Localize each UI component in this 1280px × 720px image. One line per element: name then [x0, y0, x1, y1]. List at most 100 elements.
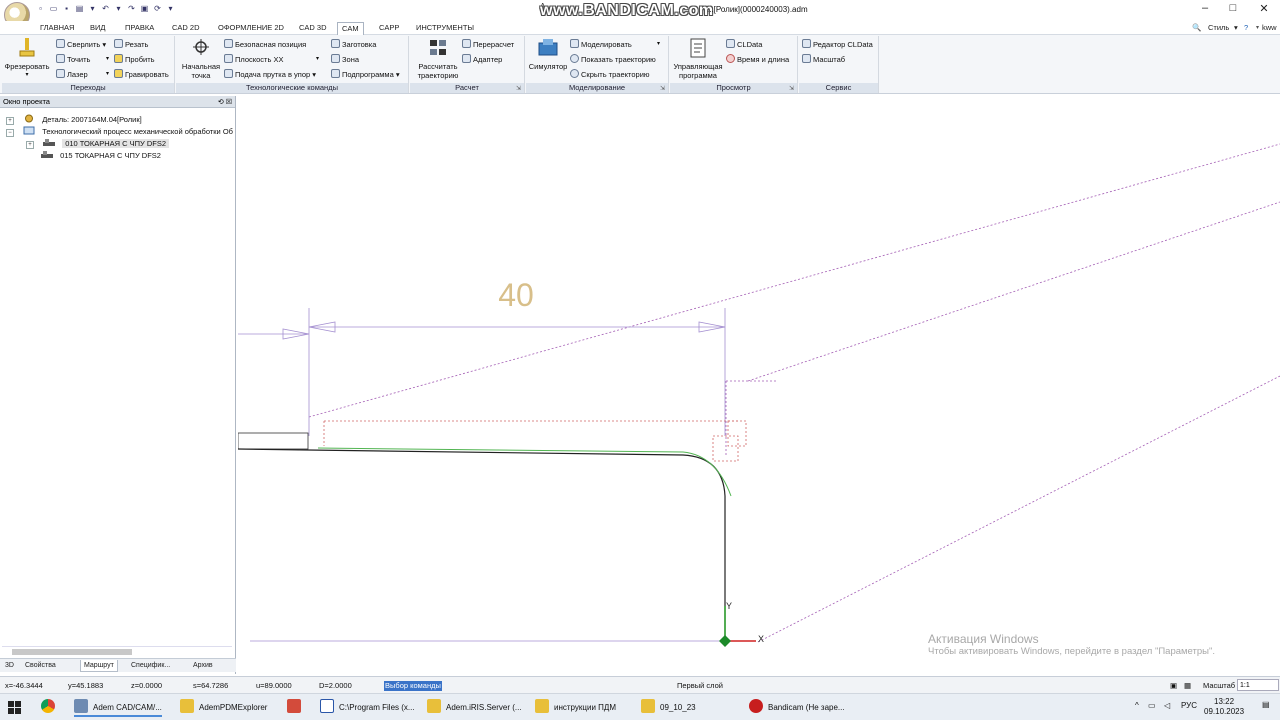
dropdown-icon[interactable]: ▾ — [88, 4, 97, 14]
cldata-editor-button[interactable]: Редактор CLData — [802, 39, 873, 50]
tree-item-op-015[interactable]: 015 ТОКАРНАЯ С ЧПУ DFS2 — [40, 150, 161, 161]
taskbar-item-program-files[interactable]: C:\Program Files (x... — [320, 699, 415, 717]
model-button[interactable]: Моделировать — [570, 39, 632, 50]
taskbar-item-pdm-explorer[interactable]: AdemPDMExplorer — [180, 699, 267, 717]
dialog-launcher-icon[interactable]: ⇲ — [516, 85, 521, 92]
new-file-icon[interactable]: ▫ — [36, 4, 45, 14]
expander-icon[interactable]: − — [6, 129, 14, 137]
expander-icon[interactable]: + — [26, 141, 34, 149]
chevron-down-icon[interactable]: ▾ — [106, 69, 109, 79]
pin-icon[interactable]: ⟲ — [218, 99, 224, 106]
start-point-button[interactable]: Начальная точка — [178, 38, 224, 80]
open-file-icon[interactable]: ▭ — [49, 4, 58, 14]
cut-button[interactable]: Резать — [114, 39, 148, 50]
laser-button[interactable]: Лазер — [56, 69, 88, 80]
scale-button[interactable]: Масштаб — [802, 54, 845, 65]
engrave-button[interactable]: Гравировать — [114, 69, 169, 80]
tab-specification[interactable]: Специфик... — [128, 660, 173, 672]
turn-button[interactable]: Точить — [56, 54, 90, 65]
scale-select[interactable]: 1:1 — [1237, 679, 1279, 691]
tab-route[interactable]: Маршрут — [80, 660, 118, 672]
activation-title: Активация Windows — [928, 632, 1039, 646]
punch-button[interactable]: Пробить — [114, 54, 155, 65]
tab-cam[interactable]: CAM — [337, 22, 364, 35]
tab-cad2d[interactable]: CAD 2D — [168, 22, 204, 35]
taskbar-item-folder-date[interactable]: 09_10_23 — [641, 699, 696, 717]
horizontal-scrollbar[interactable] — [2, 646, 232, 656]
tree-item-op-010[interactable]: + 010 ТОКАРНАЯ С ЧПУ DFS2 — [26, 138, 170, 149]
hide-path-button[interactable]: Скрыть траекторию — [570, 69, 650, 80]
refresh-icon[interactable]: ⟳ — [153, 4, 162, 14]
time-length-button[interactable]: Время и длина — [726, 54, 789, 65]
tab-drafting2d[interactable]: ОФОРМЛЕНИЕ 2D — [214, 22, 288, 35]
adapter-button[interactable]: Адаптер — [462, 54, 502, 65]
compute-path-button[interactable]: Рассчитать траекторию — [412, 38, 464, 80]
chevron-down-icon[interactable]: ▾ — [657, 39, 660, 49]
chrome-icon[interactable] — [41, 699, 60, 717]
volume-icon[interactable]: ◁ — [1164, 701, 1170, 710]
safe-position-button[interactable]: Безопасная позиция — [224, 39, 306, 50]
blank-button[interactable]: Заготовка — [331, 39, 376, 50]
scrollbar-thumb[interactable] — [12, 649, 132, 655]
mill-button[interactable]: Фрезеровать ▾ — [4, 38, 50, 80]
hide-path-icon — [570, 69, 579, 78]
redo-icon[interactable]: ↷ — [127, 4, 136, 14]
tab-archive[interactable]: Архив — [190, 660, 216, 672]
tab-cad3d[interactable]: CAD 3D — [295, 22, 331, 35]
chevron-down-icon[interactable]: ▾ — [106, 54, 109, 64]
network-icon[interactable]: ▭ — [1148, 701, 1156, 710]
cldata-button[interactable]: CLData — [726, 39, 762, 50]
tab-3d[interactable]: 3D — [2, 660, 17, 672]
minimize-button[interactable]: – — [1195, 2, 1215, 14]
expander-icon[interactable]: + — [6, 117, 14, 125]
grid-icon[interactable]: ▦ — [1184, 681, 1191, 691]
tab-properties[interactable]: Свойства — [22, 660, 59, 672]
dialog-launcher-icon[interactable]: ⇲ — [789, 85, 794, 92]
tree-item-detail[interactable]: + Деталь: 2007164М.04[Ролик] — [6, 114, 142, 125]
show-path-button[interactable]: Показать траекторию — [570, 54, 656, 65]
taskbar-item-pdf[interactable] — [287, 699, 306, 717]
tab-capp[interactable]: CAPP — [375, 22, 403, 35]
chevron-down-icon[interactable]: ▾ — [1256, 22, 1259, 34]
style-menu[interactable]: Стиль — [1208, 22, 1229, 34]
taskbar-item-instructions[interactable]: инструкции ПДМ — [535, 699, 616, 717]
taskbar-item-iris-server[interactable]: Adem.iRIS.Server (... — [427, 699, 522, 717]
tree-item-process[interactable]: − Технологический процесс механической о… — [6, 126, 233, 137]
drawing-canvas[interactable]: 40 X Y — [238, 96, 1280, 674]
language-indicator[interactable]: РУС — [1181, 701, 1197, 710]
zone-button[interactable]: Зона — [331, 54, 359, 65]
dialog-launcher-icon[interactable]: ⇲ — [660, 85, 665, 92]
help-icon[interactable]: ? — [1244, 22, 1248, 34]
close-icon[interactable]: ☒ — [226, 99, 232, 106]
print-icon[interactable]: ▤ — [75, 4, 84, 14]
tab-home[interactable]: ГЛАВНАЯ — [36, 22, 78, 35]
taskbar-item-adem[interactable]: Adem CAD/CAM/... — [74, 699, 162, 717]
tab-view[interactable]: ВИД — [86, 22, 109, 35]
plane-xx-button[interactable]: Плоскость XX — [224, 54, 284, 65]
layout-icon[interactable]: ▣ — [1170, 681, 1177, 691]
chevron-down-icon[interactable]: ▾ — [1234, 22, 1238, 34]
windows-start-icon[interactable] — [8, 699, 22, 717]
drill-button[interactable]: Сверлить ▾ — [56, 39, 106, 50]
subprogram-button[interactable]: Подпрограмма ▾ — [331, 69, 400, 80]
clock-time[interactable]: 13:22 — [1214, 697, 1234, 706]
maximize-button[interactable]: □ — [1223, 2, 1243, 14]
dropdown-icon[interactable]: ▾ — [114, 4, 123, 14]
undo-icon[interactable]: ↶ — [101, 4, 110, 14]
close-button[interactable]: ✕ — [1254, 2, 1274, 15]
save-icon[interactable]: ▪ — [62, 4, 71, 14]
clock-date[interactable]: 09.10.2023 — [1204, 707, 1244, 716]
search-icon[interactable]: 🔍 — [1192, 22, 1201, 34]
recalc-button[interactable]: Перерасчет — [462, 39, 514, 50]
export-icon[interactable]: ▣ — [140, 4, 149, 14]
bar-feed-button[interactable]: Подача прутка в упор ▾ — [224, 69, 316, 80]
tab-edit[interactable]: ПРАВКА — [121, 22, 158, 35]
chevron-down-icon[interactable]: ▾ — [316, 54, 319, 64]
control-program-button[interactable]: Управляющая программа — [672, 38, 724, 80]
taskbar-item-bandicam[interactable]: Bandicam (Не заре... — [749, 699, 845, 717]
dropdown-icon[interactable]: ▾ — [166, 4, 175, 14]
notifications-icon[interactable]: ▤ — [1262, 700, 1270, 709]
tray-chevron-icon[interactable]: ^ — [1135, 701, 1139, 710]
simulator-button[interactable]: Симулятор — [528, 38, 568, 71]
tab-tools[interactable]: ИНСТРУМЕНТЫ — [412, 22, 478, 35]
